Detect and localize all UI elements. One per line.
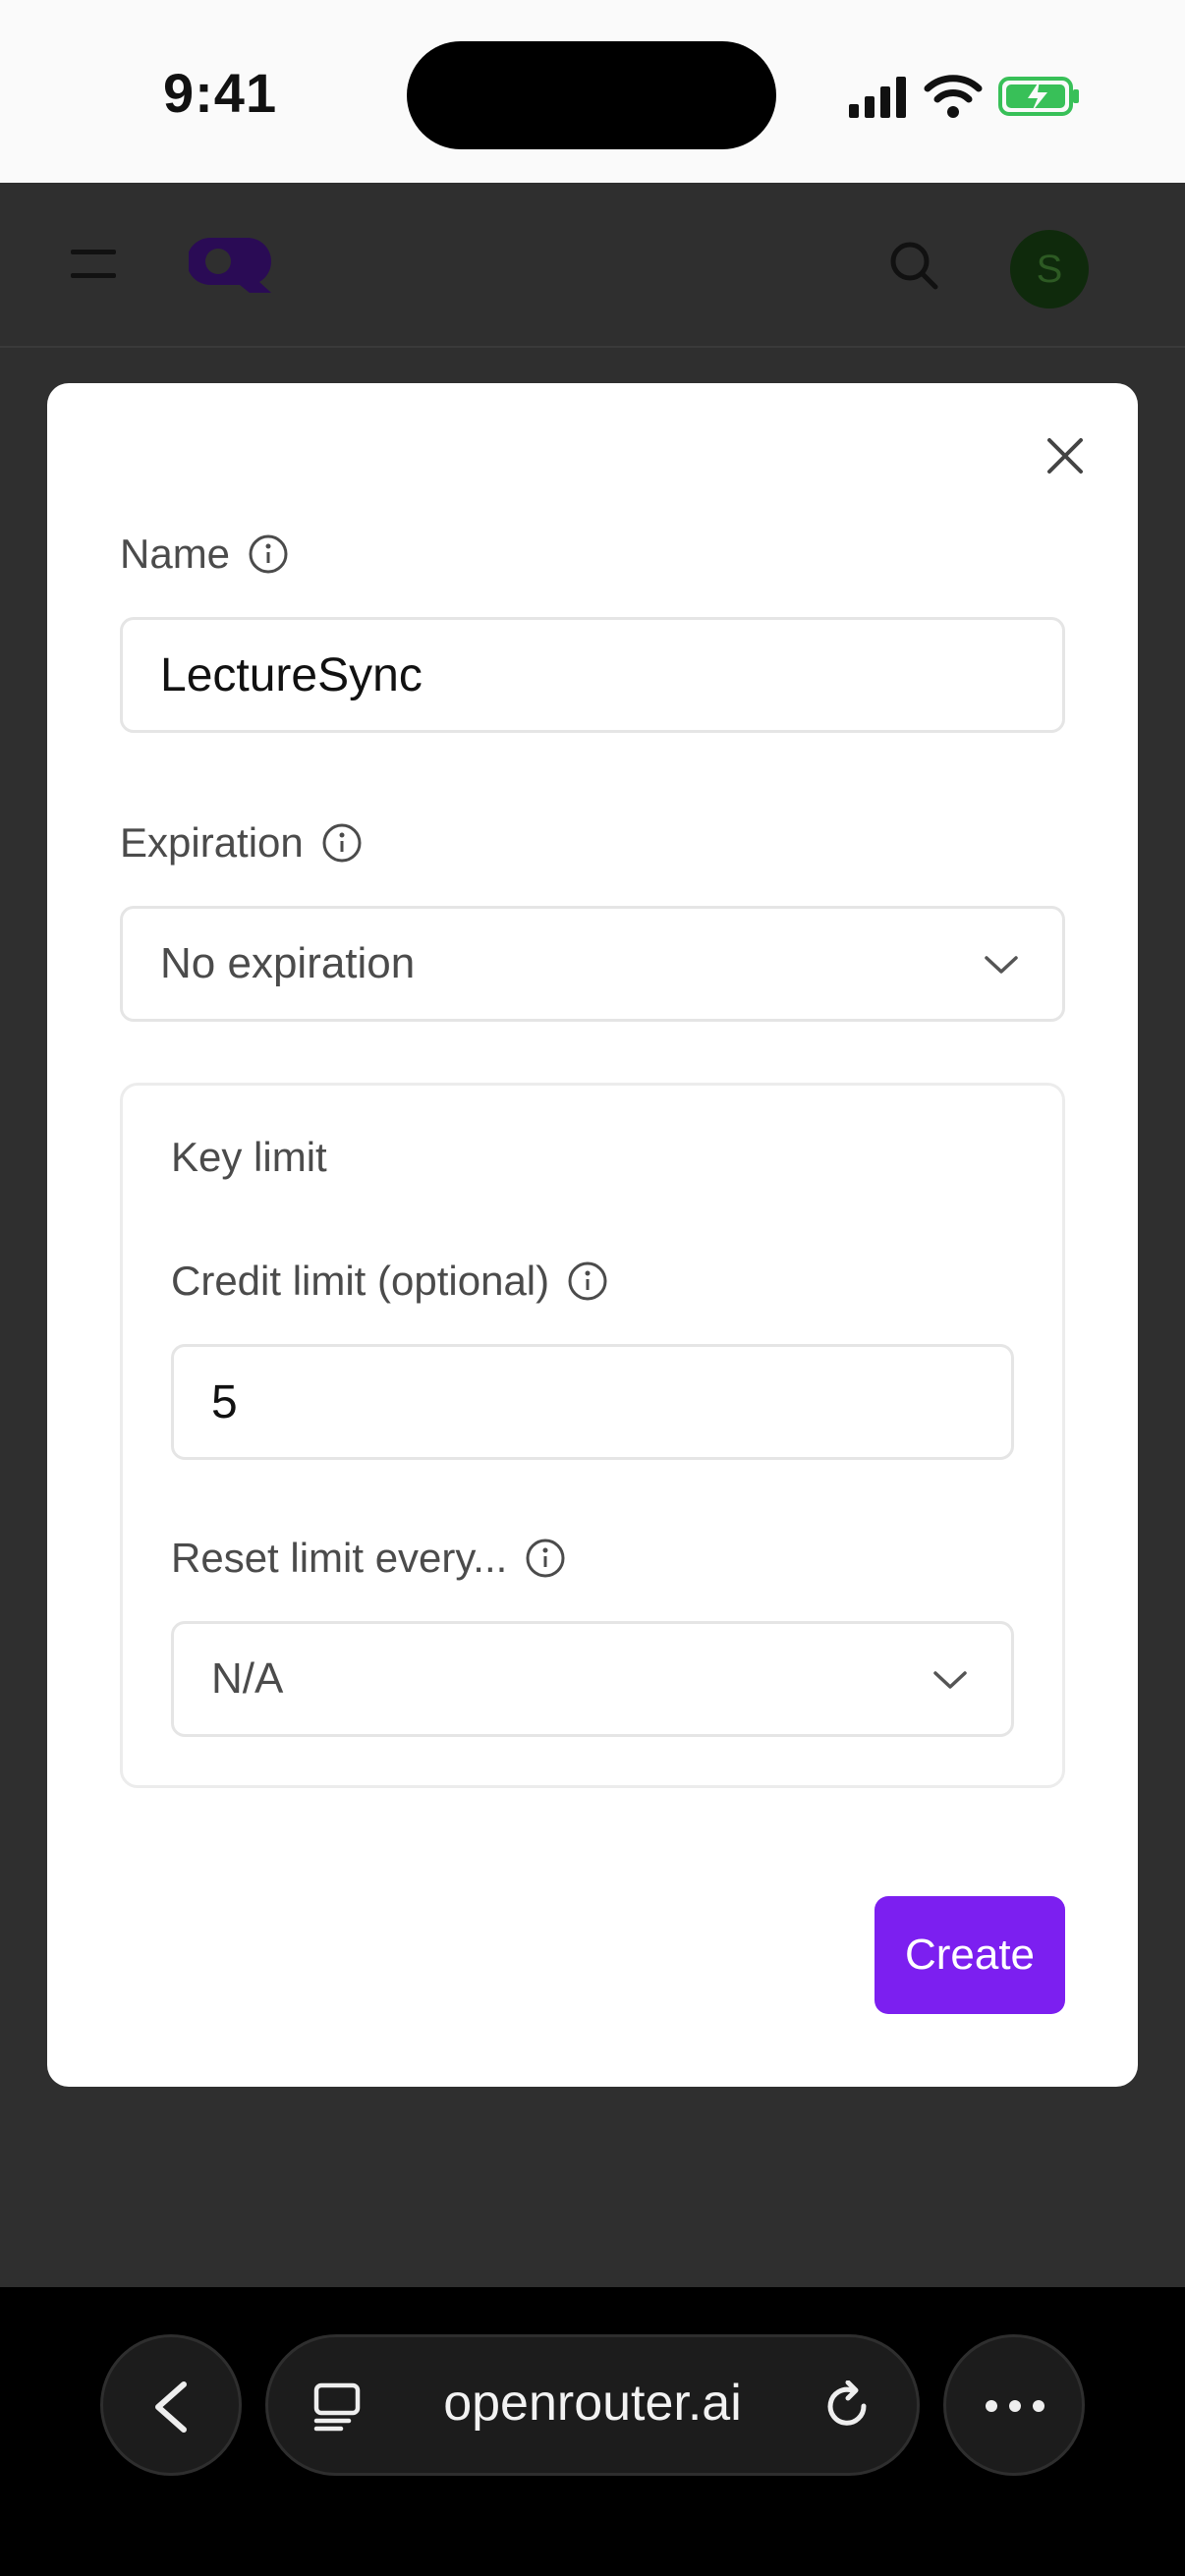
info-icon[interactable]	[567, 1260, 608, 1302]
info-icon[interactable]	[525, 1538, 566, 1579]
expiration-label-row: Expiration	[120, 815, 363, 870]
name-label-row: Name	[120, 527, 289, 582]
status-time: 9:41	[163, 62, 278, 124]
info-icon[interactable]	[321, 822, 363, 864]
key-limit-title: Key limit	[171, 1134, 327, 1180]
menu-icon[interactable]	[71, 250, 116, 279]
name-label: Name	[120, 531, 231, 577]
close-icon[interactable]	[1044, 434, 1087, 477]
expiration-select-value: No expiration	[160, 939, 416, 987]
logo-icon[interactable]	[189, 236, 273, 295]
expiration-select[interactable]: No expiration	[120, 906, 1065, 1022]
name-input-value: LectureSync	[160, 648, 423, 701]
dynamic-island	[407, 41, 776, 149]
avatar[interactable]: S	[1010, 230, 1089, 308]
wifi-icon	[924, 75, 983, 118]
chevron-down-icon	[985, 956, 1018, 974]
name-input[interactable]: LectureSync	[120, 617, 1065, 733]
back-icon	[155, 2381, 187, 2433]
url-text[interactable]: openrouter.ai	[440, 2374, 745, 2433]
reset-limit-label: Reset limit every...	[171, 1535, 508, 1581]
cellular-signal-icon	[849, 77, 906, 118]
status-bar: 9:41	[0, 0, 1185, 183]
reset-limit-select-value: N/A	[211, 1654, 284, 1703]
credit-limit-input-value: 5	[211, 1375, 238, 1428]
reload-icon[interactable]	[822, 2380, 874, 2434]
expiration-label: Expiration	[120, 819, 304, 866]
credit-limit-label: Credit limit (optional)	[171, 1258, 550, 1304]
create-button[interactable]: Create	[875, 1896, 1065, 2014]
info-icon[interactable]	[248, 533, 289, 575]
reset-limit-label-row: Reset limit every...	[171, 1531, 566, 1586]
tabs-icon[interactable]	[313, 2382, 361, 2432]
more-button[interactable]	[943, 2334, 1085, 2476]
credit-limit-input[interactable]: 5	[171, 1344, 1014, 1460]
app-header	[0, 183, 1185, 348]
battery-charging-icon	[998, 77, 1079, 116]
more-icon	[986, 2400, 1044, 2412]
credit-limit-label-row: Credit limit (optional)	[171, 1254, 608, 1309]
back-button[interactable]	[100, 2334, 242, 2476]
search-icon[interactable]	[888, 240, 939, 291]
chevron-down-icon	[933, 1671, 967, 1689]
reset-limit-select[interactable]: N/A	[171, 1621, 1014, 1737]
